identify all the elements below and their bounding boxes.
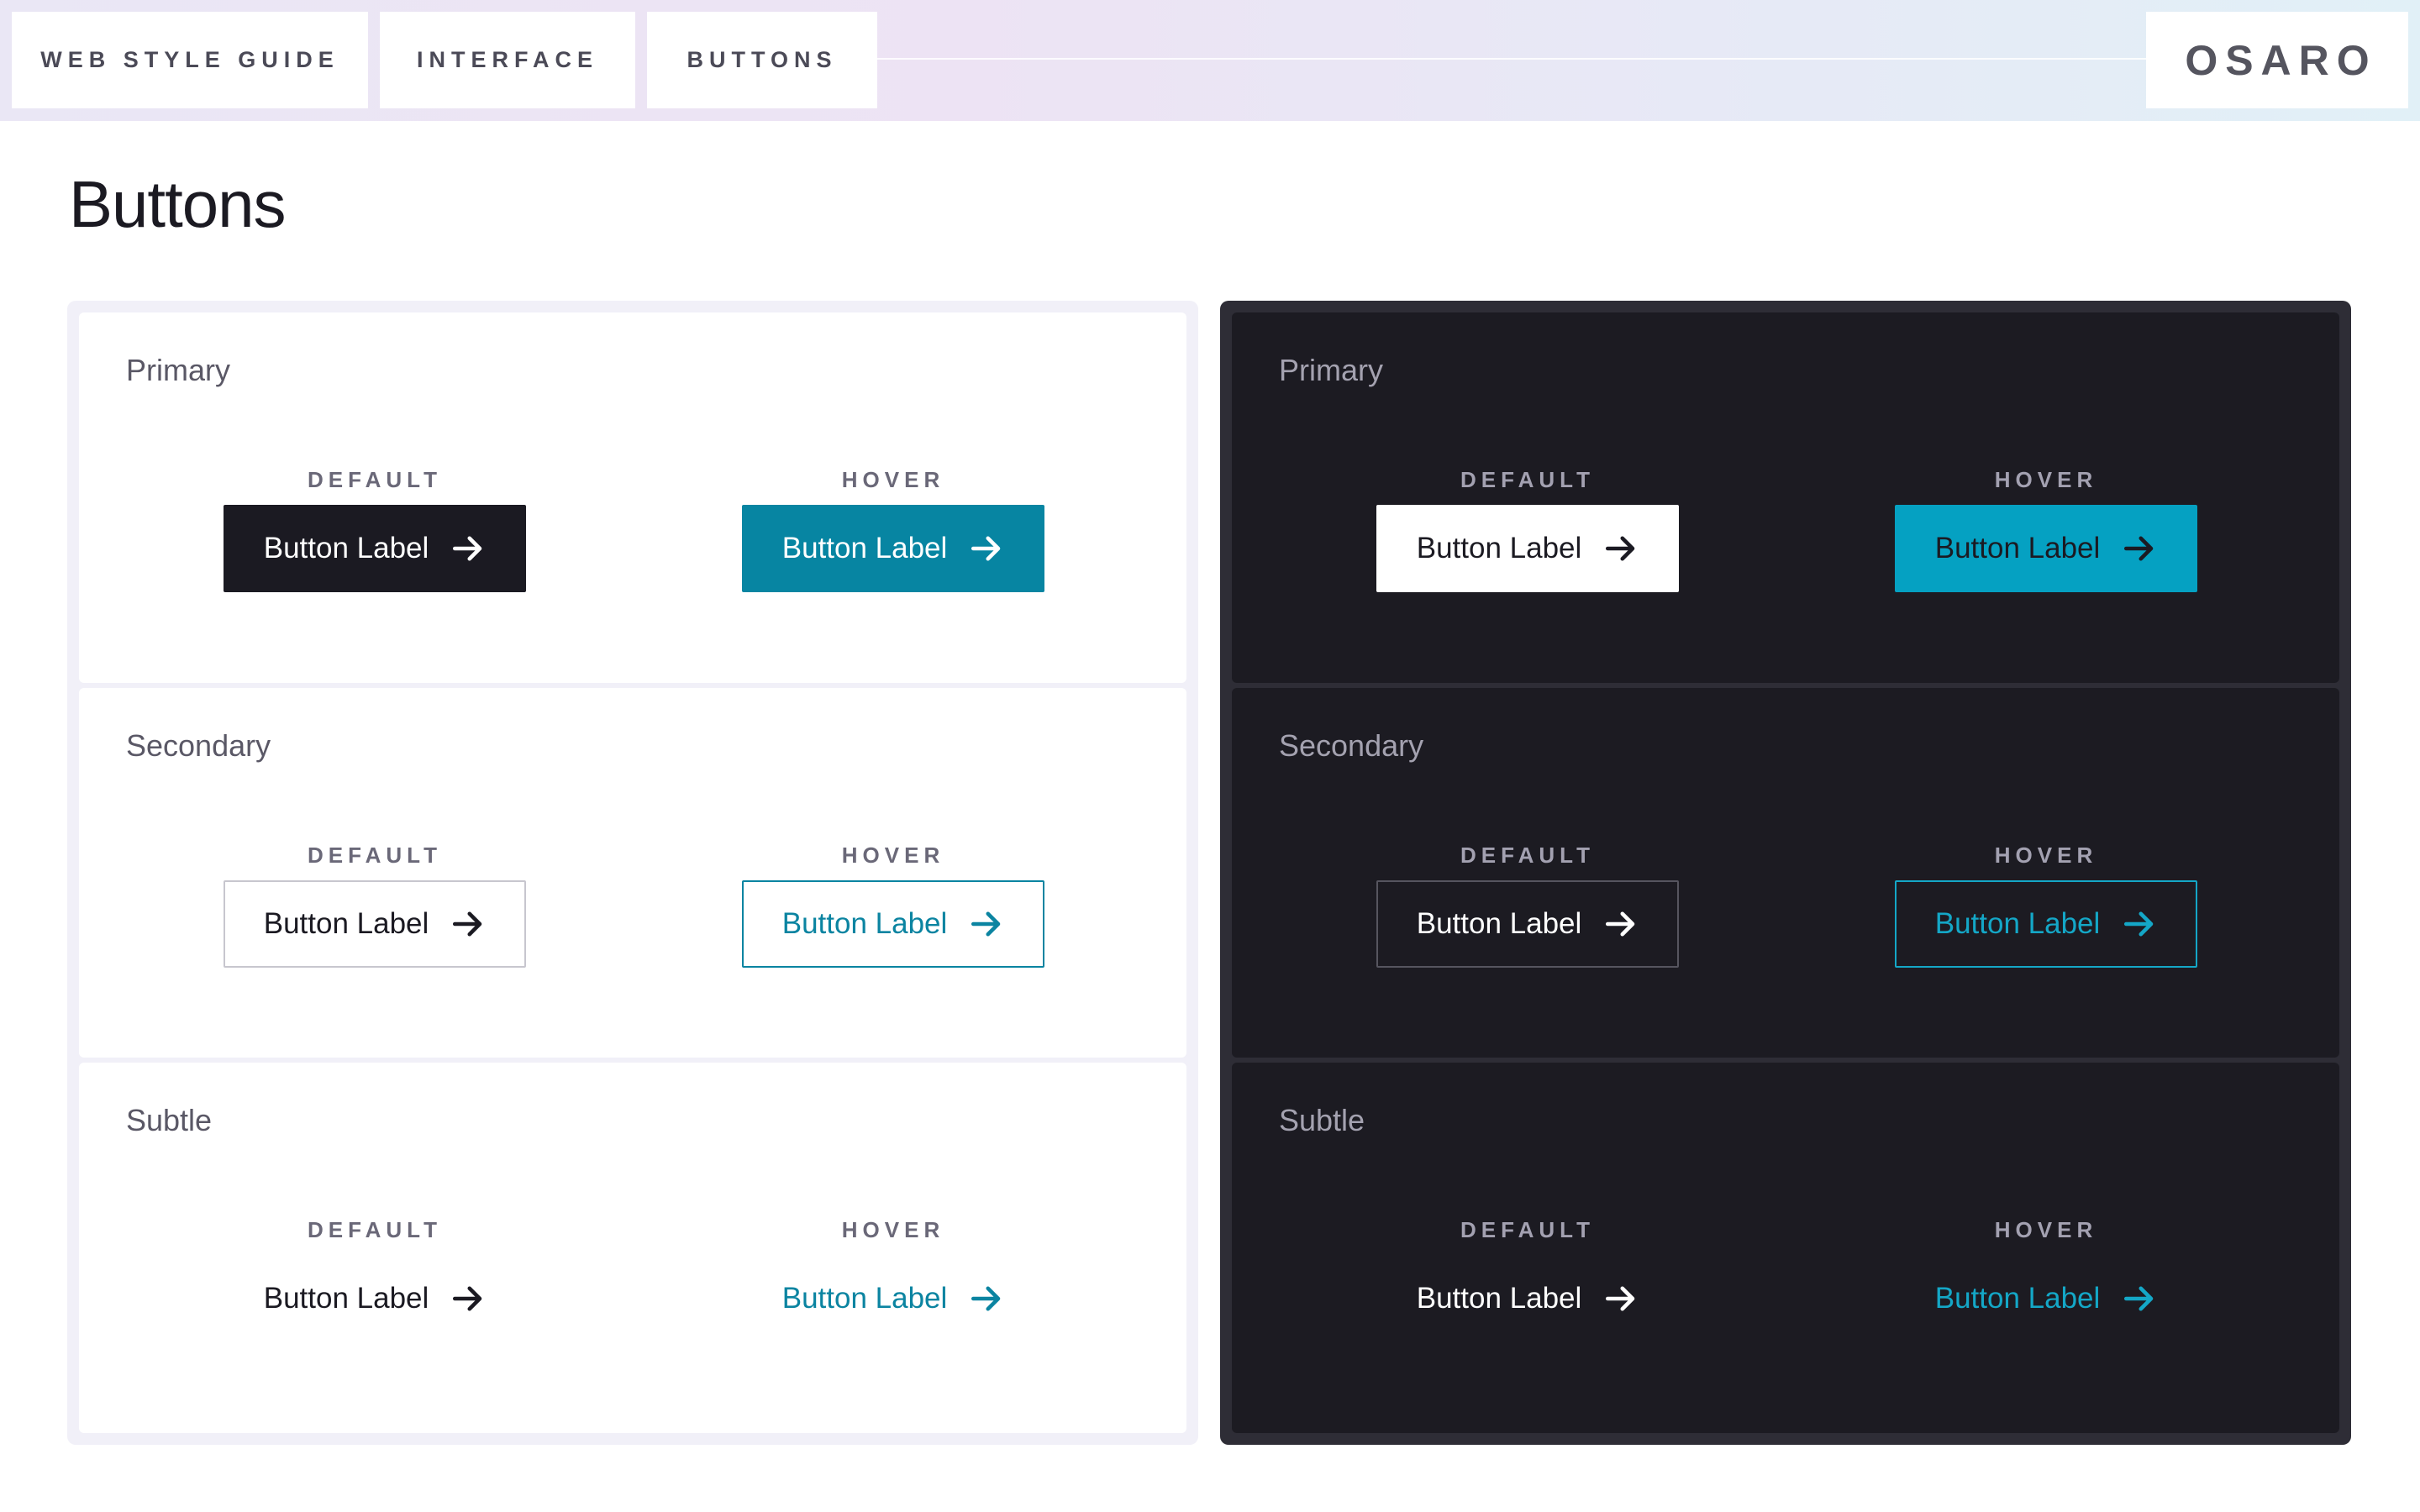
dark-theme-panel: Primary DEFAULT HOVER Button Label Butto… [1220,301,2351,1445]
subtle-default-button[interactable]: Button Label [1376,1255,1679,1342]
arrow-right-icon [450,531,486,566]
hover-state-label: HOVER [1994,842,2098,868]
light-theme-panel: Primary DEFAULT HOVER Button Label Butto… [67,301,1198,1445]
button-label: Button Label [1416,1282,1582,1315]
breadcrumb-web-style-guide[interactable]: WEB STYLE GUIDE [12,12,368,108]
page-title: Buttons [69,167,287,241]
arrow-right-icon [2122,1281,2157,1316]
hover-state-label: HOVER [841,467,945,492]
primary-hover-button[interactable]: Button Label [742,505,1044,592]
breadcrumb-interface[interactable]: INTERFACE [380,12,635,108]
arrow-right-icon [2122,906,2157,942]
default-state-label: DEFAULT [1460,842,1595,868]
default-state-label: DEFAULT [1460,467,1595,492]
arrow-right-icon [1603,906,1639,942]
logo-text: OSARO [2185,36,2377,84]
default-state-label: DEFAULT [308,1217,442,1243]
button-label: Button Label [1416,906,1582,940]
subtle-button-card: Subtle DEFAULT HOVER Button Label Button… [1232,1063,2339,1434]
secondary-hover-button[interactable]: Button Label [742,879,1044,968]
section-label: Subtle [1279,1103,1365,1138]
section-label: Primary [126,353,230,387]
hover-state-label: HOVER [1994,1217,2098,1243]
arrow-right-icon [1603,531,1639,566]
primary-hover-button[interactable]: Button Label [1895,505,2197,592]
subtle-default-button[interactable]: Button Label [224,1255,526,1342]
button-label: Button Label [781,906,948,940]
arrow-right-icon [450,1281,486,1316]
hover-state-label: HOVER [1994,467,2098,492]
button-label: Button Label [1934,1282,2101,1315]
button-label: Button Label [263,532,429,564]
default-state-label: DEFAULT [308,842,442,868]
button-label: Button Label [263,906,429,940]
secondary-default-button[interactable]: Button Label [1376,879,1679,968]
section-label: Secondary [126,727,271,763]
arrow-right-icon [969,906,1004,942]
subtle-hover-button[interactable]: Button Label [1895,1255,2197,1342]
button-label: Button Label [1934,532,2101,564]
secondary-button-card: Secondary DEFAULT HOVER Button Label But… [79,687,1186,1058]
default-state-label: DEFAULT [308,467,442,492]
arrow-right-icon [1603,1281,1639,1316]
primary-button-card: Primary DEFAULT HOVER Button Label Butto… [1232,312,2339,683]
arrow-right-icon [2122,531,2157,566]
button-label: Button Label [1416,532,1582,564]
primary-button-card: Primary DEFAULT HOVER Button Label Butto… [79,312,1186,683]
primary-default-button[interactable]: Button Label [1376,505,1679,592]
breadcrumb-buttons[interactable]: BUTTONS [647,12,877,108]
top-bar: WEB STYLE GUIDE INTERFACE BUTTONS OSARO [0,0,2420,121]
button-label: Button Label [781,532,948,564]
secondary-hover-button[interactable]: Button Label [1895,879,2197,968]
subtle-hover-button[interactable]: Button Label [742,1255,1044,1342]
section-label: Subtle [126,1103,213,1138]
default-state-label: DEFAULT [1460,1217,1595,1243]
button-label: Button Label [781,1282,948,1315]
arrow-right-icon [969,531,1004,566]
arrow-right-icon [450,906,486,942]
secondary-default-button[interactable]: Button Label [224,879,526,968]
button-label: Button Label [263,1282,429,1315]
secondary-button-card: Secondary DEFAULT HOVER Button Label But… [1232,687,2339,1058]
button-label: Button Label [1934,906,2101,940]
section-label: Secondary [1279,727,1424,763]
subtle-button-card: Subtle DEFAULT HOVER Button Label Button… [79,1063,1186,1434]
logo[interactable]: OSARO [2146,12,2408,108]
hover-state-label: HOVER [841,1217,945,1243]
section-label: Primary [1279,353,1383,387]
hover-state-label: HOVER [841,842,945,868]
primary-default-button[interactable]: Button Label [224,505,526,592]
arrow-right-icon [969,1281,1004,1316]
